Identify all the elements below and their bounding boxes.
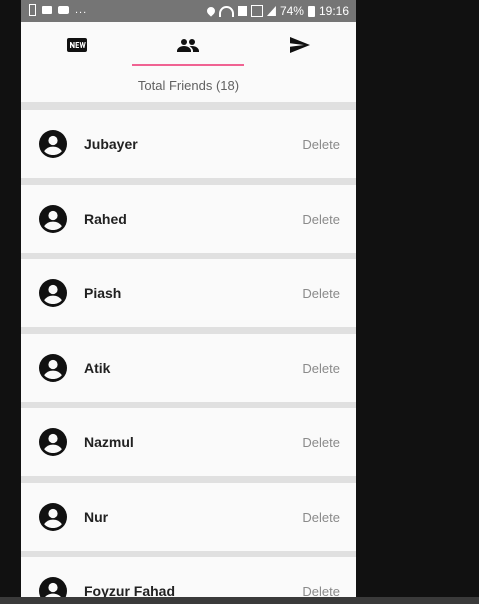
friend-list-item[interactable]: Foyzur Fahad Delete <box>21 557 356 597</box>
delete-button[interactable]: Delete <box>302 137 340 152</box>
tab-send[interactable] <box>244 22 355 68</box>
delete-button[interactable]: Delete <box>302 435 340 450</box>
more-notifications-text: ... <box>75 4 88 16</box>
friend-list-item[interactable]: Atik Delete <box>21 333 356 402</box>
account-circle-icon <box>39 353 67 382</box>
friend-name: Piash <box>84 285 122 301</box>
friend-list-item[interactable]: Rahed Delete <box>21 184 356 253</box>
battery-percent: 74% <box>279 4 304 18</box>
notification-icon <box>29 4 36 16</box>
account-circle-icon <box>39 204 67 233</box>
status-bar-left: ... <box>29 4 87 16</box>
bottom-edge <box>0 597 479 604</box>
image-icon <box>42 6 52 14</box>
account-circle-icon <box>39 428 67 456</box>
account-circle-icon <box>39 130 67 158</box>
youtube-icon <box>58 6 69 14</box>
friend-name: Atik <box>84 359 111 376</box>
account-circle-icon <box>39 502 67 531</box>
friend-name: Rahed <box>84 210 127 227</box>
sim-icon <box>237 6 247 16</box>
friend-list-item[interactable]: Nazmul Delete <box>21 408 356 476</box>
battery-icon <box>307 5 315 17</box>
friend-name: Nur <box>84 508 109 525</box>
friend-list-item[interactable]: Nur Delete <box>21 482 356 551</box>
total-friends-label: Total Friends (18) <box>137 78 240 93</box>
clock: 19:16 <box>318 4 349 18</box>
status-bar-right: 74% 19:16 <box>205 4 349 18</box>
delete-button[interactable]: Delete <box>302 286 340 301</box>
delete-button[interactable]: Delete <box>302 212 340 227</box>
people-icon <box>176 39 199 52</box>
friend-list-item[interactable]: Piash Delete <box>21 259 356 327</box>
tab-new[interactable] <box>21 22 132 68</box>
delete-button[interactable]: Delete <box>302 361 340 376</box>
status-bar: ... 74% 19:16 <box>21 0 356 22</box>
account-circle-icon <box>39 279 67 307</box>
account-circle-icon <box>39 577 67 597</box>
friend-name: Foyzur Fahad <box>84 583 176 597</box>
location-icon <box>205 5 217 17</box>
friend-name: Nazmul <box>84 434 134 450</box>
friend-list[interactable]: Jubayer Delete Rahed Delete Piash Delete… <box>21 110 356 597</box>
new-badge-icon <box>66 38 87 52</box>
signal-bars-icon <box>266 6 276 16</box>
delete-button[interactable]: Delete <box>302 584 340 597</box>
phone-screen: ... 74% 19:16 Total Friends (18) Jubayer… <box>21 0 356 597</box>
tab-friends[interactable] <box>132 22 243 68</box>
friend-list-item[interactable]: Jubayer Delete <box>21 110 356 178</box>
wifi-icon <box>218 5 234 17</box>
active-tab-indicator <box>132 64 244 66</box>
signal-box-icon <box>250 5 263 17</box>
friend-name: Jubayer <box>84 136 138 152</box>
send-icon <box>289 37 310 53</box>
top-bar: Total Friends (18) <box>21 22 356 102</box>
delete-button[interactable]: Delete <box>302 510 340 525</box>
